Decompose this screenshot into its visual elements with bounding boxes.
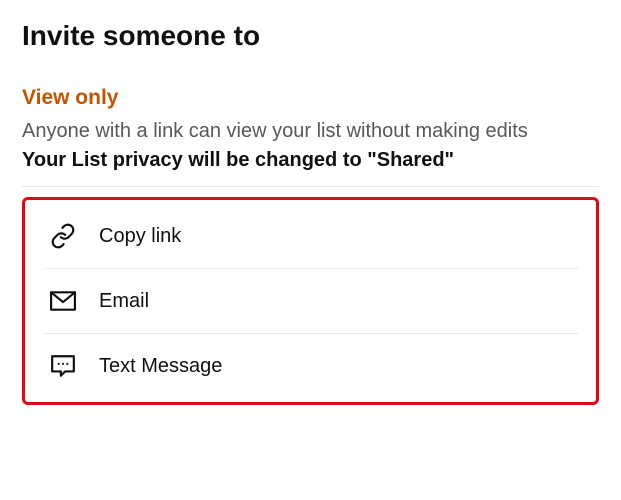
text-message-option[interactable]: Text Message [43,333,578,398]
privacy-note: Your List privacy will be changed to "Sh… [22,149,599,172]
link-icon [49,222,77,250]
email-icon [49,287,77,315]
copy-link-label: Copy link [99,225,181,248]
email-label: Email [99,290,149,313]
email-option[interactable]: Email [43,268,578,333]
permission-description: Anyone with a link can view your list wi… [22,118,599,145]
divider [22,186,599,187]
copy-link-option[interactable]: Copy link [43,204,578,268]
page-title: Invite someone to [22,20,599,52]
text-message-icon [49,352,77,380]
text-message-label: Text Message [99,355,222,378]
permission-heading: View only [22,86,599,110]
share-options-container: Copy link Email Text Message [22,197,599,405]
